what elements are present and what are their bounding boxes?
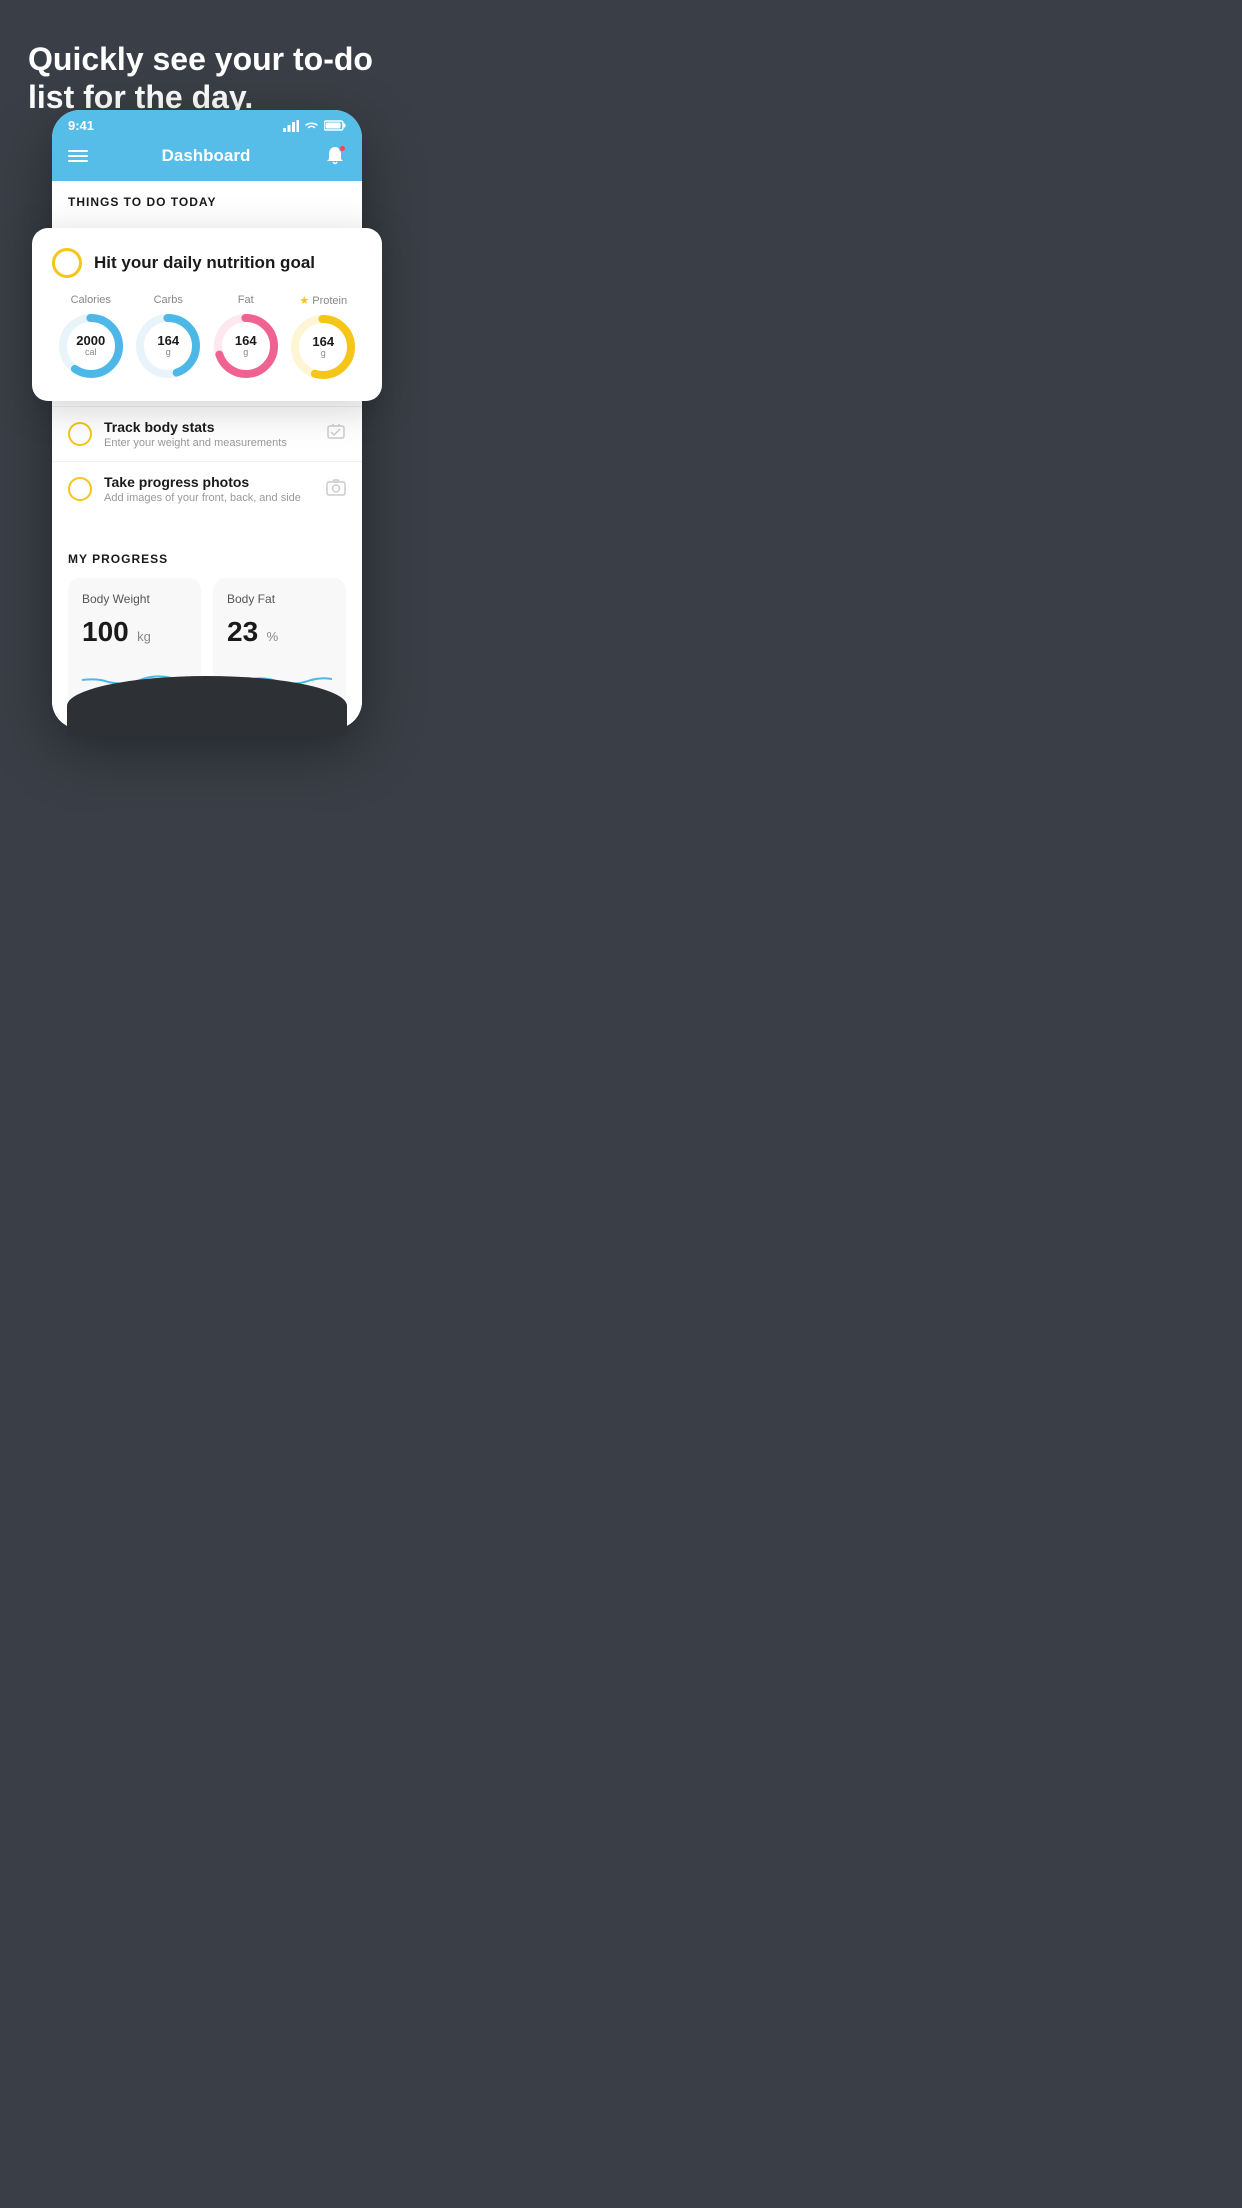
todo-subtitle: Enter your weight and measurements	[104, 437, 314, 449]
status-icons	[283, 120, 346, 132]
calories-label: Calories	[71, 294, 111, 306]
spacer	[52, 516, 362, 536]
nutrition-calories: Calories 2000 cal	[57, 294, 125, 380]
body-fat-unit: %	[267, 629, 279, 644]
progress-title: MY PROGRESS	[68, 552, 346, 566]
body-weight-label: Body Weight	[82, 592, 187, 606]
star-icon: ★	[299, 294, 309, 307]
calories-donut: 2000 cal	[57, 312, 125, 380]
todo-checkbox-photos[interactable]	[68, 477, 92, 501]
todo-content-photos: Take progress photos Add images of your …	[104, 474, 314, 504]
todo-title: Track body stats	[104, 419, 314, 435]
scale-icon	[326, 422, 346, 447]
list-item[interactable]: Track body stats Enter your weight and m…	[52, 406, 362, 461]
body-fat-value: 23	[227, 616, 258, 647]
carbs-text: 164 g	[157, 334, 179, 358]
wifi-icon	[304, 120, 319, 132]
todo-subtitle: Add images of your front, back, and side	[104, 492, 314, 504]
notification-button[interactable]	[324, 145, 346, 167]
carbs-label: Carbs	[154, 294, 183, 306]
battery-icon	[324, 120, 346, 131]
body-fat-label: Body Fat	[227, 592, 332, 606]
todo-title: Take progress photos	[104, 474, 314, 490]
nutrition-protein: ★ Protein 164 g	[289, 294, 357, 381]
nutrition-check-circle[interactable]	[52, 248, 82, 278]
nutrition-circles: Calories 2000 cal Carbs	[52, 294, 362, 381]
decorative-half-circle	[67, 676, 347, 736]
list-item[interactable]: Take progress photos Add images of your …	[52, 461, 362, 516]
hero-section: Quickly see your to-do list for the day.	[0, 0, 414, 117]
photo-icon	[326, 478, 346, 501]
status-time: 9:41	[68, 118, 94, 133]
carbs-donut: 164 g	[134, 312, 202, 380]
nutrition-fat: Fat 164 g	[212, 294, 280, 380]
protein-text: 164 g	[312, 335, 334, 359]
menu-button[interactable]	[68, 150, 88, 162]
background: Quickly see your to-do list for the day.…	[0, 0, 414, 736]
nutrition-card-title: Hit your daily nutrition goal	[94, 253, 315, 273]
fat-text: 164 g	[235, 334, 257, 358]
nutrition-card-header: Hit your daily nutrition goal	[52, 248, 362, 278]
signal-icon	[283, 120, 299, 132]
status-bar: 9:41	[52, 110, 362, 137]
fat-label: Fat	[238, 294, 254, 306]
nutrition-card: Hit your daily nutrition goal Calories 2…	[32, 228, 382, 401]
fat-donut: 164 g	[212, 312, 280, 380]
todo-content-bodystats: Track body stats Enter your weight and m…	[104, 419, 314, 449]
todo-checkbox-bodystats[interactable]	[68, 422, 92, 446]
protein-label: ★ Protein	[299, 294, 347, 307]
nav-bar: Dashboard	[52, 137, 362, 181]
body-weight-unit: kg	[137, 629, 151, 644]
phone-mockup: 9:41	[52, 110, 362, 729]
nutrition-carbs: Carbs 164 g	[134, 294, 202, 380]
hero-title: Quickly see your to-do list for the day.	[28, 40, 386, 117]
notification-badge	[339, 145, 346, 152]
protein-donut: 164 g	[289, 313, 357, 381]
nav-title: Dashboard	[162, 146, 251, 166]
section-header: THINGS TO DO TODAY	[52, 181, 362, 217]
calories-text: 2000 cal	[76, 334, 105, 358]
body-weight-value: 100	[82, 616, 129, 647]
